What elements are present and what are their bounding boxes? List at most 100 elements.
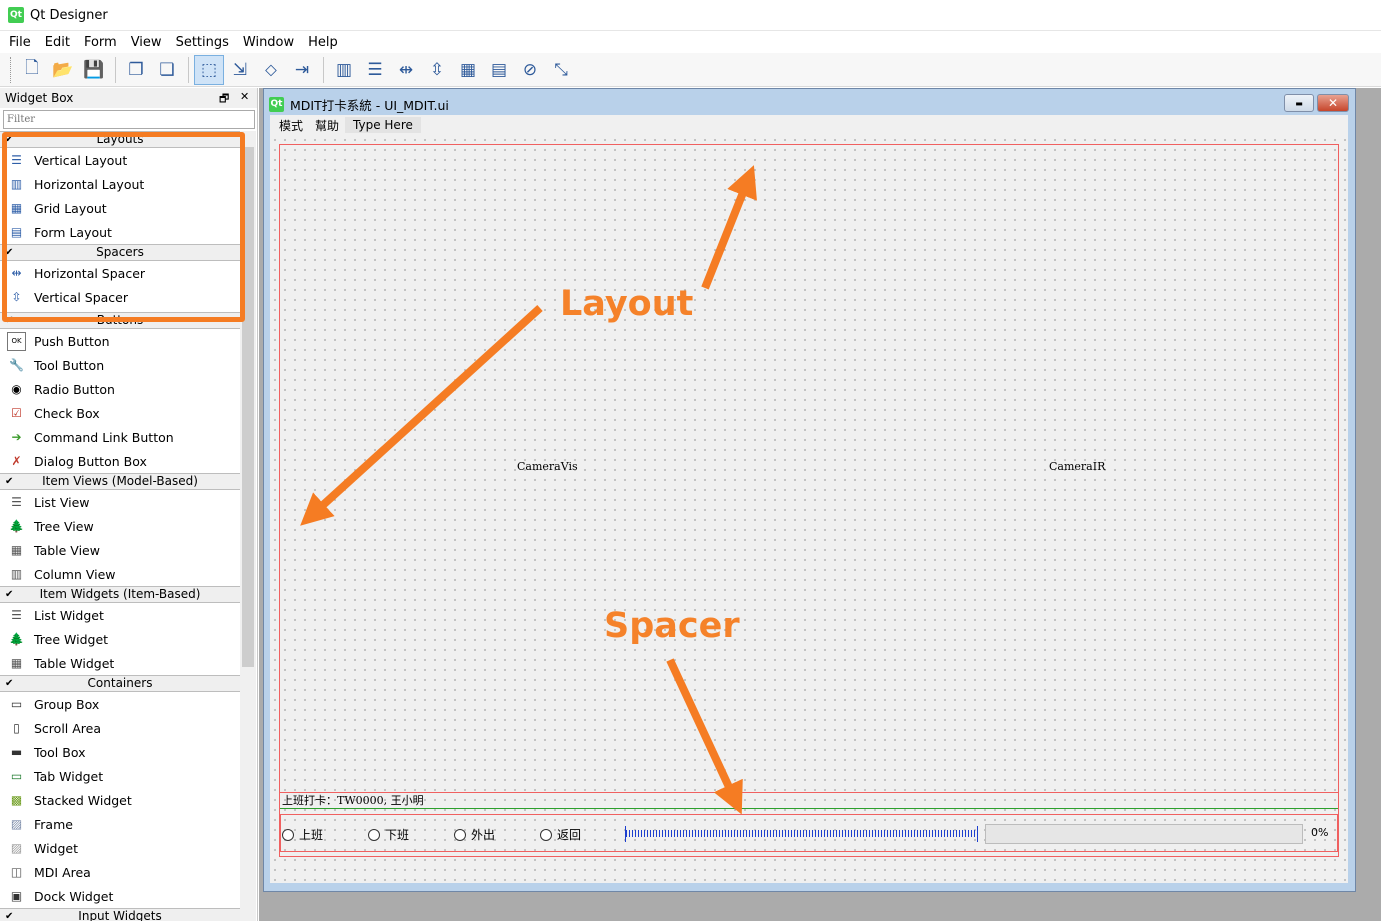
adjust-size-icon[interactable]: ⤡ xyxy=(546,55,576,85)
save-icon[interactable]: 💾 xyxy=(79,55,109,85)
widget-icon: ▨ xyxy=(10,841,23,855)
menu-view[interactable]: View xyxy=(124,35,169,50)
radio-clock-out[interactable]: 下班 xyxy=(368,826,409,843)
category-item-views[interactable]: ✔ Item Views (Model-Based) xyxy=(0,473,240,490)
edit-tab-order-icon[interactable]: ⇥ xyxy=(287,55,317,85)
camera-ir-label[interactable]: CameraIR xyxy=(1049,460,1105,473)
float-dock-icon[interactable]: 🗗 xyxy=(219,90,229,109)
widget-radio-button[interactable]: ◉ Radio Button xyxy=(0,377,240,401)
lay-out-grid-icon[interactable]: ▦ xyxy=(453,55,483,85)
radio-clock-in[interactable]: 上班 xyxy=(282,826,323,843)
status-label[interactable]: 上班打卡：TW0000, 王小明 xyxy=(280,792,1338,809)
category-item-widgets[interactable]: ✔ Item Widgets (Item-Based) xyxy=(0,586,240,603)
menu-form[interactable]: Form xyxy=(77,35,124,50)
widget-table-view[interactable]: ▦ Table View xyxy=(0,538,240,562)
dock-splitter[interactable] xyxy=(257,88,258,921)
widget-check-box[interactable]: ☑ Check Box xyxy=(0,401,240,425)
new-file-icon[interactable]: 🗋 xyxy=(17,55,47,85)
type-here-placeholder[interactable]: Type Here xyxy=(345,117,421,133)
widget-tool-box[interactable]: ▬ Tool Box xyxy=(0,740,240,764)
form-menu-bar: 模式 幫助 Type Here xyxy=(270,115,1348,135)
form-menu-help[interactable]: 幫助 xyxy=(309,117,345,134)
widget-frame[interactable]: ▨ Frame xyxy=(0,812,240,836)
tree-widget-icon: 🌲 xyxy=(9,632,24,646)
main-toolbar: 🗋 📂 💾 ❐ ❏ ⬚ ⇲ ⬦ ⇥ ▥ ☰ ⇹ ⇳ ▦ ▤ ⊘ ⤡ xyxy=(0,53,1381,87)
list-widget-icon: ☰ xyxy=(11,608,22,622)
form-window-title: MDIT打卡系統 - UI_MDIT.ui xyxy=(290,97,449,113)
edit-buddies-icon[interactable]: ⬦ xyxy=(256,55,286,85)
spacer-annotation: Spacer xyxy=(604,606,740,646)
widget-group-box[interactable]: ▭ Group Box xyxy=(0,692,240,716)
camera-vis-label[interactable]: CameraVis xyxy=(517,460,578,473)
menu-bar: File Edit Form View Settings Window Help xyxy=(0,31,1381,53)
widget-list-widget[interactable]: ☰ List Widget xyxy=(0,603,240,627)
open-folder-icon[interactable]: 📂 xyxy=(48,55,78,85)
close-dock-icon[interactable]: ✕ xyxy=(240,90,249,103)
menu-settings[interactable]: Settings xyxy=(169,35,236,50)
widget-filter-input[interactable] xyxy=(3,110,255,129)
menu-help[interactable]: Help xyxy=(301,35,345,50)
widget-table-widget[interactable]: ▦ Table Widget xyxy=(0,651,240,675)
radio-go-out[interactable]: 外出 xyxy=(454,826,495,843)
menu-edit[interactable]: Edit xyxy=(38,35,77,50)
widget-column-view[interactable]: ▥ Column View xyxy=(0,562,240,586)
radio-label: 外出 xyxy=(471,828,496,842)
widget-tree-view[interactable]: 🌲 Tree View xyxy=(0,514,240,538)
push-button-icon: OK xyxy=(7,331,26,351)
top-layout-frame[interactable] xyxy=(279,144,1339,857)
form-menu-mode[interactable]: 模式 xyxy=(273,117,309,134)
send-to-back-icon[interactable]: ❐ xyxy=(121,55,151,85)
widget-mdi-area[interactable]: ◫ MDI Area xyxy=(0,860,240,884)
progress-bar[interactable] xyxy=(985,824,1303,844)
widget-label: Dock Widget xyxy=(34,888,114,904)
edit-signals-icon[interactable]: ⇲ xyxy=(225,55,255,85)
dialog-button-box-icon: ✗ xyxy=(11,454,22,468)
chevron-down-icon: ✔ xyxy=(5,589,14,600)
lay-out-horizontally-icon[interactable]: ▥ xyxy=(329,55,359,85)
close-button[interactable]: ✕ xyxy=(1317,94,1349,112)
tool-button-icon: 🔧 xyxy=(9,358,24,372)
tab-widget-icon: ▭ xyxy=(10,769,23,783)
qt-logo-icon: Qt xyxy=(8,7,24,23)
menu-file[interactable]: File xyxy=(2,35,38,50)
widget-label: Tool Box xyxy=(34,744,86,760)
widget-tool-button[interactable]: 🔧 Tool Button xyxy=(0,353,240,377)
widget-label: MDI Area xyxy=(34,864,91,880)
radio-circle-icon xyxy=(282,828,294,841)
progress-text: 0% xyxy=(1311,826,1329,839)
lay-out-horizontal-splitter-icon[interactable]: ⇹ xyxy=(391,55,421,85)
toolbar-grip[interactable] xyxy=(10,56,13,83)
minimize-button[interactable]: ▬ xyxy=(1284,94,1314,112)
toolbar-separator xyxy=(188,56,189,83)
list-view-icon: ☰ xyxy=(11,495,22,509)
radio-return[interactable]: 返回 xyxy=(540,826,581,843)
lay-out-vertical-splitter-icon[interactable]: ⇳ xyxy=(422,55,452,85)
lay-out-form-icon[interactable]: ▤ xyxy=(484,55,514,85)
widget-dock-widget[interactable]: ▣ Dock Widget xyxy=(0,884,240,908)
widget-widget[interactable]: ▨ Widget xyxy=(0,836,240,860)
edit-widgets-icon[interactable]: ⬚ xyxy=(194,54,224,85)
form-subwindow-titlebar[interactable]: Qt MDIT打卡系統 - UI_MDIT.ui xyxy=(269,93,1349,115)
mdi-area-icon: ◫ xyxy=(10,865,23,879)
menu-window[interactable]: Window xyxy=(236,35,301,50)
table-view-icon: ▦ xyxy=(10,543,23,557)
widget-list-view[interactable]: ☰ List View xyxy=(0,490,240,514)
horizontal-spacer[interactable] xyxy=(625,826,978,842)
widget-command-link-button[interactable]: ➔ Command Link Button xyxy=(0,425,240,449)
category-containers[interactable]: ✔ Containers xyxy=(0,675,240,692)
widget-label: Check Box xyxy=(34,405,100,421)
category-label: Input Widgets xyxy=(78,909,162,921)
widget-stacked-widget[interactable]: ▩ Stacked Widget xyxy=(0,788,240,812)
command-link-button-icon: ➔ xyxy=(11,430,22,444)
widget-push-button[interactable]: OK Push Button xyxy=(0,329,240,353)
widget-scroll-area[interactable]: ▯ Scroll Area xyxy=(0,716,240,740)
widget-tab-widget[interactable]: ▭ Tab Widget xyxy=(0,764,240,788)
category-label: Containers xyxy=(87,676,153,690)
category-input-widgets[interactable]: ✔ Input Widgets xyxy=(0,908,240,921)
break-layout-icon[interactable]: ⊘ xyxy=(515,55,545,85)
lay-out-vertically-icon[interactable]: ☰ xyxy=(360,55,390,85)
bring-to-front-icon[interactable]: ❏ xyxy=(152,55,182,85)
widget-dialog-button-box[interactable]: ✗ Dialog Button Box xyxy=(0,449,240,473)
radio-circle-icon xyxy=(540,828,552,841)
widget-tree-widget[interactable]: 🌲 Tree Widget xyxy=(0,627,240,651)
